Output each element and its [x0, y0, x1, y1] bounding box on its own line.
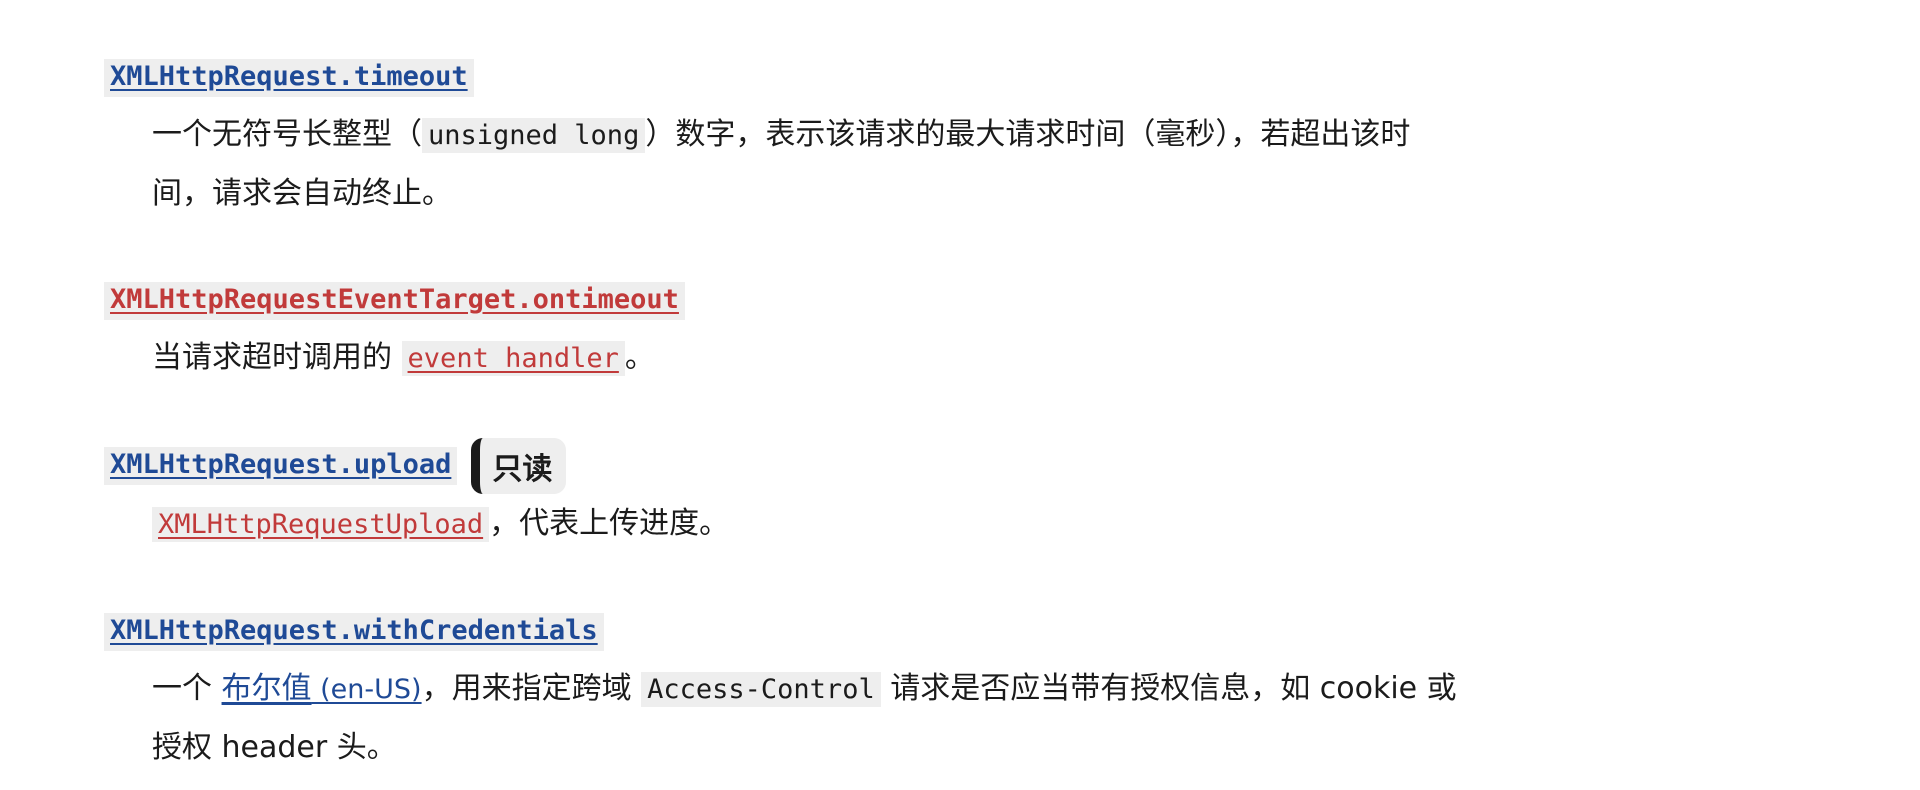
desc-text: 一个: [152, 671, 222, 706]
desc-ontimeout: 当请求超时调用的 event handler。: [152, 329, 1572, 388]
code-unsigned-long: unsigned long: [422, 118, 646, 153]
withcredentials-link[interactable]: XMLHttpRequest.withCredentials: [104, 613, 604, 651]
desc-upload: XMLHttpRequestUpload ，代表上传进度。: [152, 495, 1572, 554]
upload-link[interactable]: XMLHttpRequest.upload: [104, 447, 458, 485]
code-access-control: Access-Control: [641, 672, 881, 707]
en-us-link[interactable]: (en-US): [312, 674, 421, 705]
timeout-link[interactable]: XMLHttpRequest.timeout: [104, 59, 474, 97]
event-handler-link[interactable]: event handler: [401, 341, 625, 376]
boolean-link[interactable]: 布尔值: [222, 671, 312, 706]
readonly-badge: 只读: [471, 438, 567, 494]
desc-text: 当请求超时调用的: [152, 340, 402, 375]
term-withcredentials: XMLHttpRequest.withCredentials: [104, 612, 604, 652]
desc-text: 请求是否应当带有授权信息，如 cookie 或: [880, 671, 1457, 706]
ontimeout-link[interactable]: XMLHttpRequestEventTarget.ontimeout: [104, 282, 685, 320]
desc-text: 间，请求会自动终止。: [152, 176, 452, 211]
upload-type-link[interactable]: XMLHttpRequestUpload: [152, 507, 490, 542]
desc-text: 一个无符号长整型（: [152, 117, 422, 152]
desc-text: 。: [624, 340, 655, 375]
desc-timeout: 一个无符号长整型（ unsigned long ）数字，表示该请求的最大请求时间（毫…: [152, 106, 1572, 223]
desc-text: ）数字，表示该请求的最大请求时间（毫秒），若超出该时: [645, 117, 1411, 152]
desc-text: ，用来指定跨域: [421, 671, 642, 706]
term-upload: XMLHttpRequest.upload 只读: [104, 438, 567, 494]
desc-withcredentials: 一个 布尔值 (en-US)，用来指定跨域 Access-Control 请求是…: [152, 660, 1572, 777]
desc-text: 授权 header 头。: [152, 730, 397, 765]
desc-text: ，代表上传进度。: [489, 506, 730, 541]
term-timeout: XMLHttpRequest.timeout: [104, 58, 474, 98]
term-ontimeout: XMLHttpRequestEventTarget.ontimeout: [104, 281, 685, 321]
